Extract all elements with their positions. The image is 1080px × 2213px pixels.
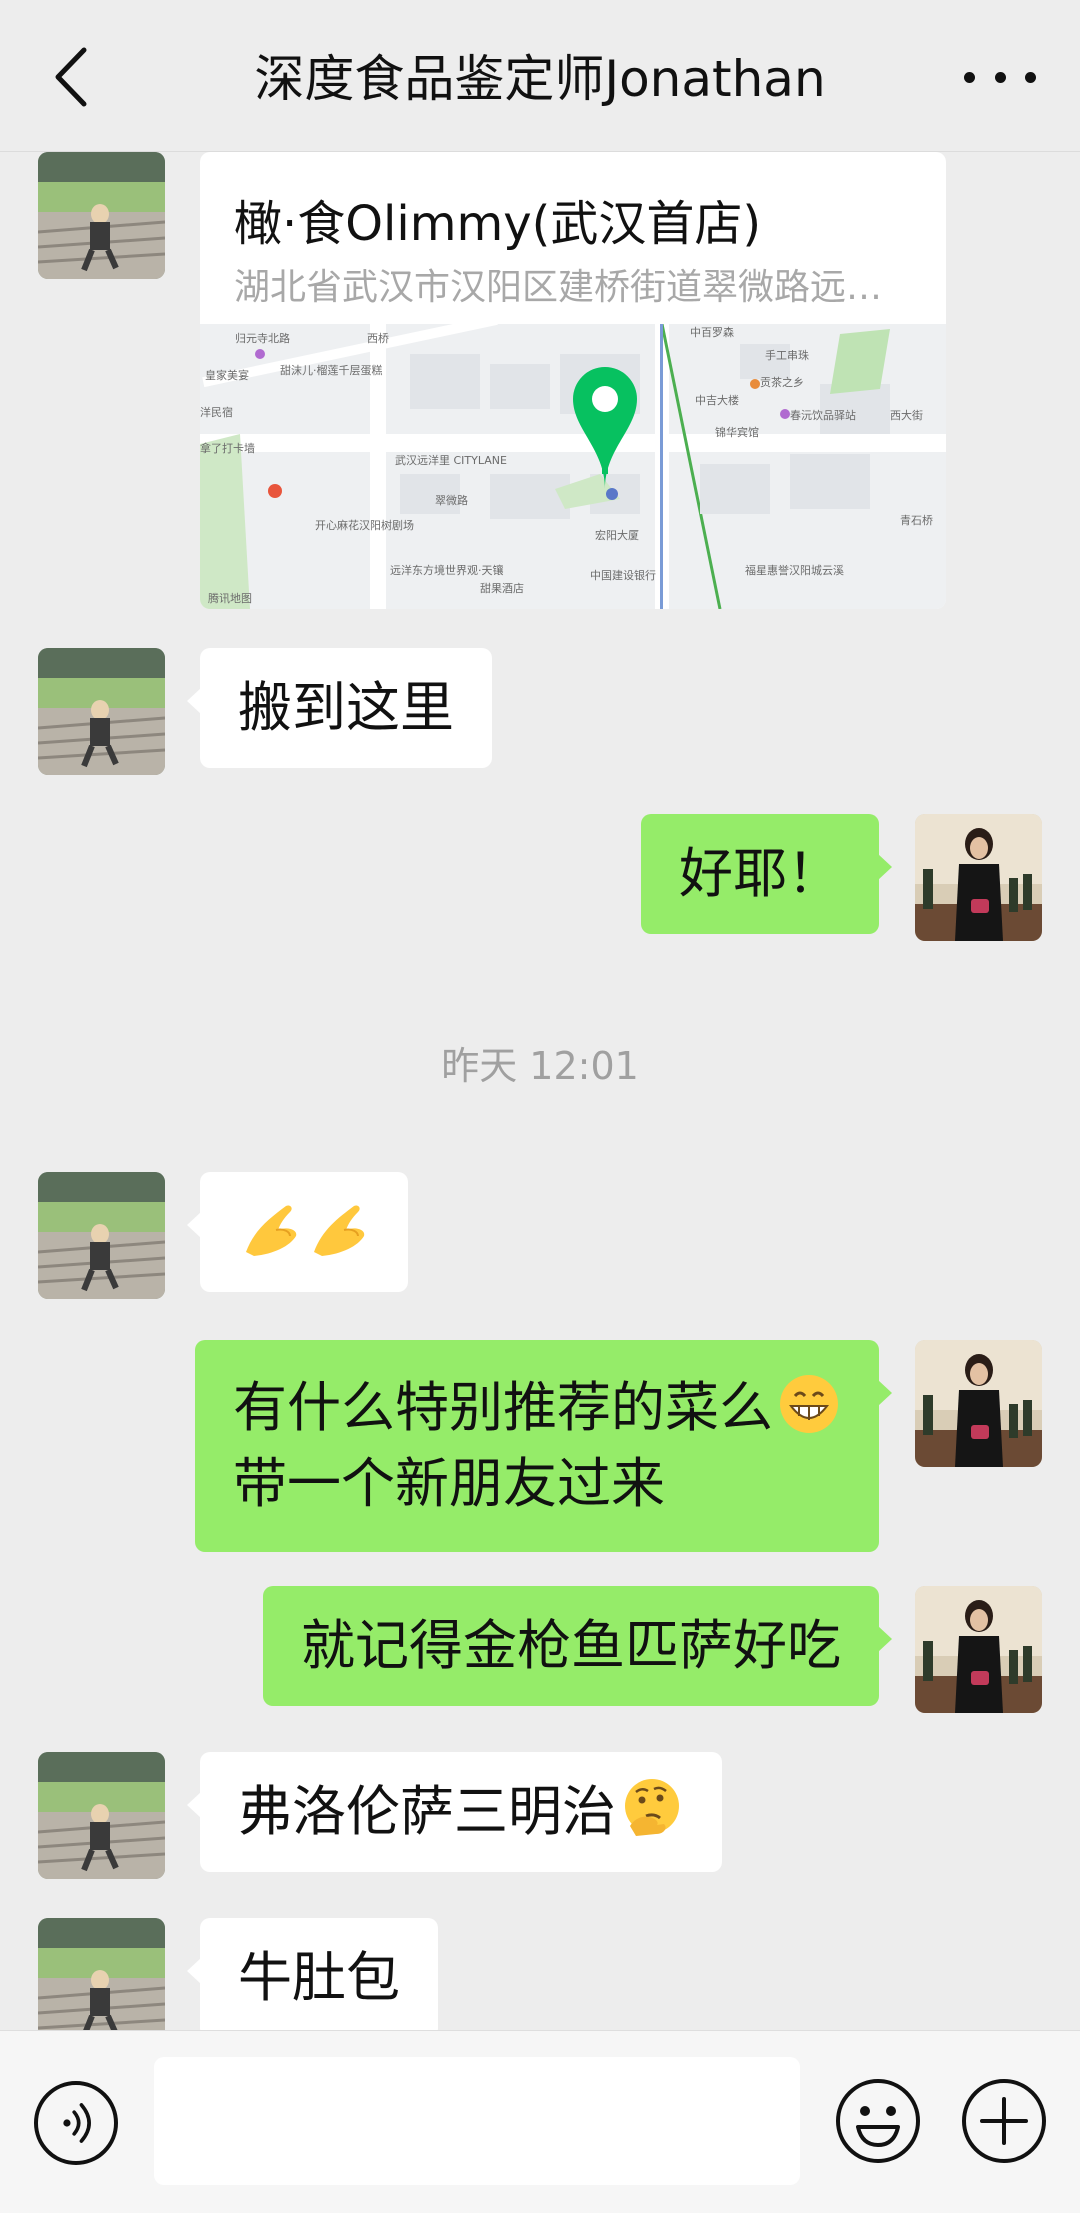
pinched-hands-emoji bbox=[308, 1196, 372, 1260]
message-bubble-self[interactable]: 有什么特别推荐的菜么 带一个新朋友过来 bbox=[195, 1340, 892, 1552]
map-label: 翠微路 bbox=[435, 493, 468, 507]
map-label: 远洋东方境世界观·天镶 bbox=[390, 563, 504, 577]
map-label: 春沅饮品驿站 bbox=[790, 408, 856, 422]
contact-avatar[interactable] bbox=[38, 648, 165, 775]
map-label: 宏阳大厦 bbox=[595, 528, 639, 542]
input-bar bbox=[0, 2030, 1080, 2213]
message-bubble[interactable]: 弗洛伦萨三明治 bbox=[187, 1752, 722, 1872]
message-bubble[interactable] bbox=[187, 1172, 408, 1292]
map-label: 拿了打卡墙 bbox=[200, 441, 255, 455]
map-label: 锦华宾馆 bbox=[715, 425, 759, 439]
map-label: 甜果酒店 bbox=[480, 581, 524, 595]
self-avatar[interactable] bbox=[915, 1586, 1042, 1713]
map-label: 洋民宿 bbox=[200, 405, 233, 419]
message-text: 带一个新朋友过来 bbox=[233, 1452, 665, 1515]
location-address: 湖北省武汉市汉阳区建桥街道翠微路远洋… bbox=[234, 267, 914, 308]
map-label: 皇家美宴 bbox=[205, 368, 249, 382]
map-label: 福星惠誉汉阳城云溪 bbox=[745, 563, 844, 577]
contact-avatar[interactable] bbox=[38, 1752, 165, 1879]
contact-avatar[interactable] bbox=[38, 152, 165, 279]
map-label: 武汉远洋里 CITYLANE bbox=[395, 453, 507, 467]
map-label: 中吉大楼 bbox=[695, 393, 739, 407]
message-input[interactable] bbox=[154, 2057, 800, 2185]
map-label: 手工串珠 bbox=[765, 348, 809, 362]
plus-icon[interactable] bbox=[960, 2077, 1048, 2165]
contact-avatar[interactable] bbox=[38, 1172, 165, 1299]
message-list[interactable]: 橄·食Olimmy(武汉首店) 湖北省武汉市汉阳区建桥街道翠微路远洋… 归元寺北… bbox=[0, 152, 1080, 2030]
location-name: 橄·食Olimmy(武汉首店) bbox=[234, 196, 762, 252]
more-options-icon[interactable] bbox=[964, 52, 1036, 102]
message-text: 好耶！ bbox=[679, 842, 841, 905]
message-text: 搬到这里 bbox=[238, 676, 454, 739]
self-avatar[interactable] bbox=[915, 1340, 1042, 1467]
map-label: 青石桥 bbox=[900, 514, 933, 527]
back-icon[interactable] bbox=[44, 42, 104, 112]
contact-avatar[interactable] bbox=[38, 1918, 165, 2030]
message-bubble[interactable]: 牛肚包 bbox=[187, 1918, 438, 2030]
message-text: 弗洛伦萨三明治 bbox=[238, 1780, 616, 1843]
message-text: 就记得金枪鱼匹萨好吃 bbox=[301, 1614, 841, 1677]
voice-icon[interactable] bbox=[34, 2081, 118, 2165]
chat-title: 深度食品鉴定师Jonathan bbox=[254, 50, 826, 108]
map-label: 中国建设银行 bbox=[590, 568, 656, 582]
message-text: 有什么特别推荐的菜么 bbox=[233, 1376, 773, 1439]
map-label: 甜沫儿·榴莲千层蛋糕 bbox=[280, 363, 383, 377]
self-avatar[interactable] bbox=[915, 814, 1042, 941]
message-bubble[interactable]: 搬到这里 bbox=[187, 648, 492, 768]
smiley-icon[interactable] bbox=[834, 2077, 922, 2165]
map-label: 西桥 bbox=[367, 332, 389, 345]
message-text: 牛肚包 bbox=[238, 1946, 400, 2009]
chat-header: 深度食品鉴定师Jonathan bbox=[0, 0, 1080, 152]
thinking-face-emoji bbox=[620, 1776, 684, 1840]
map-label: 贡茶之乡 bbox=[760, 375, 804, 389]
map-label: 西大街 bbox=[890, 408, 923, 422]
map-label: 开心麻花汉阳树剧场 bbox=[315, 518, 414, 532]
map-label: 腾讯地图 bbox=[208, 591, 252, 605]
message-timestamp: 昨天 12:01 bbox=[441, 1044, 639, 1088]
message-bubble-self[interactable]: 好耶！ bbox=[641, 814, 892, 934]
location-card[interactable]: 橄·食Olimmy(武汉首店) 湖北省武汉市汉阳区建桥街道翠微路远洋… 归元寺北… bbox=[200, 152, 946, 609]
grinning-face-emoji bbox=[777, 1372, 841, 1436]
map-label: 归元寺北路 bbox=[235, 331, 290, 345]
pinched-hands-emoji bbox=[240, 1196, 304, 1260]
map-label: 中百罗森 bbox=[690, 325, 734, 339]
message-bubble-self[interactable]: 就记得金枪鱼匹萨好吃 bbox=[263, 1586, 892, 1706]
location-map: 归元寺北路 皇家美宴 甜沫儿·榴莲千层蛋糕 洋民宿 拿了打卡墙 武汉远洋里 CI… bbox=[200, 324, 946, 609]
